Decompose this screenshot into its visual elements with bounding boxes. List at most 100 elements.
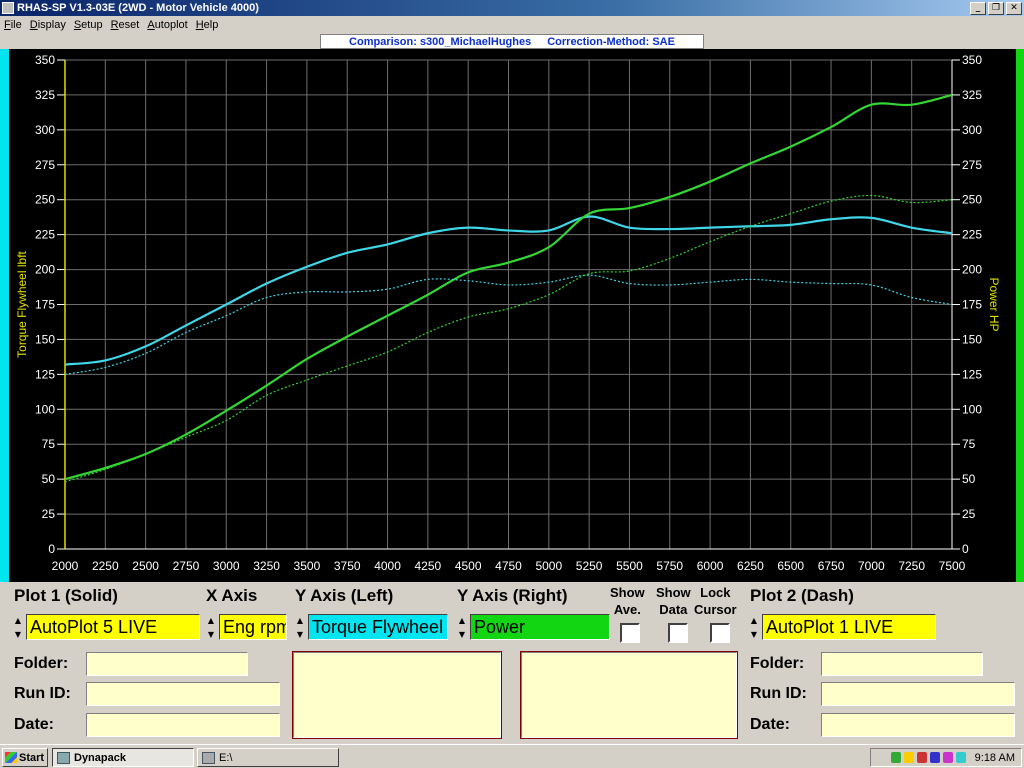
- down-arrow-icon[interactable]: ▼: [456, 628, 468, 640]
- down-arrow-icon[interactable]: ▼: [205, 628, 217, 640]
- yleft-spinner[interactable]: ▲ ▼: [294, 614, 306, 640]
- plot2-runid-field[interactable]: [821, 682, 1015, 706]
- down-arrow-icon[interactable]: ▼: [12, 628, 24, 640]
- plot1-notes-memo[interactable]: [292, 651, 502, 739]
- chart-area[interactable]: 2000 2250 2500 2750 3000 3250 3500 3750 4000 4250…: [0, 49, 1024, 582]
- alert-icon[interactable]: [916, 752, 927, 763]
- show-data-checkbox[interactable]: [668, 623, 688, 643]
- up-arrow-icon[interactable]: ▲: [12, 614, 24, 626]
- comparison-header: Comparison: s300_MichaelHughes Correctio…: [320, 34, 704, 49]
- plot2-notes-memo[interactable]: [520, 651, 738, 739]
- menu-help[interactable]: Help: [192, 19, 223, 31]
- y-right-axis-title: Power HP: [987, 277, 1001, 331]
- task-dynapack[interactable]: Dynapack: [52, 748, 194, 767]
- taskbar: Start Dynapack E:\ 9:18 AM: [0, 744, 1024, 768]
- yleft-select[interactable]: Torque Flywheel: [308, 614, 448, 640]
- x-tick-label: 6000: [697, 559, 724, 573]
- x-tick-label: 4000: [374, 559, 401, 573]
- xaxis-select[interactable]: Eng rpm: [219, 614, 287, 640]
- x-tick-label: 2500: [132, 559, 159, 573]
- app-icon: [2, 2, 14, 14]
- y-left-tick-label: 0: [48, 542, 55, 556]
- x-tick-label: 2000: [52, 559, 79, 573]
- task-dynapack-label: Dynapack: [74, 751, 126, 764]
- drive-icon: [202, 751, 215, 764]
- plot1-spinner[interactable]: ▲ ▼: [12, 614, 24, 640]
- plot2-folder-label: Folder:: [750, 655, 805, 672]
- menu-autoplot[interactable]: Autoplot: [143, 19, 191, 31]
- network-icon[interactable]: [890, 752, 901, 763]
- yright-select[interactable]: Power: [470, 614, 610, 640]
- x-tick-label: 2750: [173, 559, 200, 573]
- title-bar: RHAS-SP V1.3-03E (2WD - Motor Vehicle 40…: [0, 0, 1024, 16]
- minimize-button[interactable]: _: [970, 1, 986, 15]
- lock-cursor-checkbox[interactable]: [710, 623, 730, 643]
- plot2-spinner[interactable]: ▲ ▼: [748, 614, 760, 640]
- media-icon[interactable]: [942, 752, 953, 763]
- plot1-runid-field[interactable]: [86, 682, 280, 706]
- y-left-tick-label: 300: [35, 123, 55, 137]
- comparison-name: Comparison: s300_MichaelHughes: [349, 35, 532, 48]
- y-left-tick-label: 175: [35, 298, 55, 312]
- shield-icon[interactable]: [903, 752, 914, 763]
- up-arrow-icon[interactable]: ▲: [456, 614, 468, 626]
- restore-button[interactable]: ❐: [988, 1, 1004, 15]
- correction-method: Correction-Method: SAE: [547, 35, 675, 48]
- system-tray: 9:18 AM: [870, 748, 1022, 767]
- yaxis-right-label: Y Axis (Right): [457, 586, 568, 605]
- y-right-tick-label: 250: [962, 193, 982, 207]
- y-right-tick-label: 225: [962, 228, 982, 242]
- plot2-folder-field[interactable]: [821, 652, 983, 676]
- plot1-select[interactable]: AutoPlot 5 LIVE: [26, 614, 200, 640]
- y-right-tick-label: 350: [962, 53, 982, 67]
- x-tick-label: 3500: [294, 559, 321, 573]
- x-tick-label: 2250: [92, 559, 119, 573]
- y-left-tick-label: 125: [35, 367, 55, 381]
- plot2-select[interactable]: AutoPlot 1 LIVE: [762, 614, 936, 640]
- y-right-tick-label: 75: [962, 437, 976, 451]
- menu-reset[interactable]: Reset: [107, 19, 144, 31]
- down-arrow-icon[interactable]: ▼: [294, 628, 306, 640]
- plot1-folder-field[interactable]: [86, 652, 248, 676]
- y-right-tick-label: 100: [962, 402, 982, 416]
- start-button[interactable]: Start: [2, 748, 48, 767]
- x-tick-label: 5500: [616, 559, 643, 573]
- x-tick-label: 5250: [576, 559, 603, 573]
- menu-setup[interactable]: Setup: [70, 19, 107, 31]
- plot1-runid-label: Run ID:: [14, 685, 71, 702]
- x-tick-label: 4750: [495, 559, 522, 573]
- y-right-tick-label: 0: [962, 542, 969, 556]
- arrows-icon[interactable]: [929, 752, 940, 763]
- x-tick-label: 7250: [898, 559, 925, 573]
- plot1-label: Plot 1 (Solid): [14, 586, 118, 605]
- windows-logo-icon: [5, 752, 17, 763]
- y-left-tick-label: 150: [35, 332, 55, 346]
- up-arrow-icon[interactable]: ▲: [748, 614, 760, 626]
- x-tick-label: 5000: [535, 559, 562, 573]
- down-arrow-icon[interactable]: ▼: [748, 628, 760, 640]
- y-right-tick-label: 25: [962, 507, 976, 521]
- up-arrow-icon[interactable]: ▲: [294, 614, 306, 626]
- speaker-icon[interactable]: [955, 752, 966, 763]
- dyno-chart: 2000 2250 2500 2750 3000 3250 3500 3750 4000 4250…: [15, 53, 1001, 573]
- menu-display[interactable]: Display: [26, 19, 70, 31]
- x-tick-label: 7500: [939, 559, 966, 573]
- menu-file[interactable]: File: [0, 19, 26, 31]
- x-tick-label: 3000: [213, 559, 240, 573]
- plot2-date-field[interactable]: [821, 713, 1015, 737]
- y-left-tick-label: 275: [35, 158, 55, 172]
- y-right-tick-label: 150: [962, 332, 982, 346]
- y-left-tick-label: 50: [42, 472, 56, 486]
- close-button[interactable]: ✕: [1006, 1, 1022, 15]
- show-ave-checkbox[interactable]: [620, 623, 640, 643]
- show-data-label: Show Data: [656, 585, 691, 617]
- clock: 9:18 AM: [974, 751, 1015, 764]
- yright-spinner[interactable]: ▲ ▼: [456, 614, 468, 640]
- task-explorer[interactable]: E:\: [197, 748, 339, 767]
- xaxis-spinner[interactable]: ▲ ▼: [205, 614, 217, 640]
- up-arrow-icon[interactable]: ▲: [205, 614, 217, 626]
- plot1-date-field[interactable]: [86, 713, 280, 737]
- app-window: RHAS-SP V1.3-03E (2WD - Motor Vehicle 40…: [0, 0, 1024, 768]
- y-left-tick-label: 100: [35, 402, 55, 416]
- plot2-runid-label: Run ID:: [750, 685, 807, 702]
